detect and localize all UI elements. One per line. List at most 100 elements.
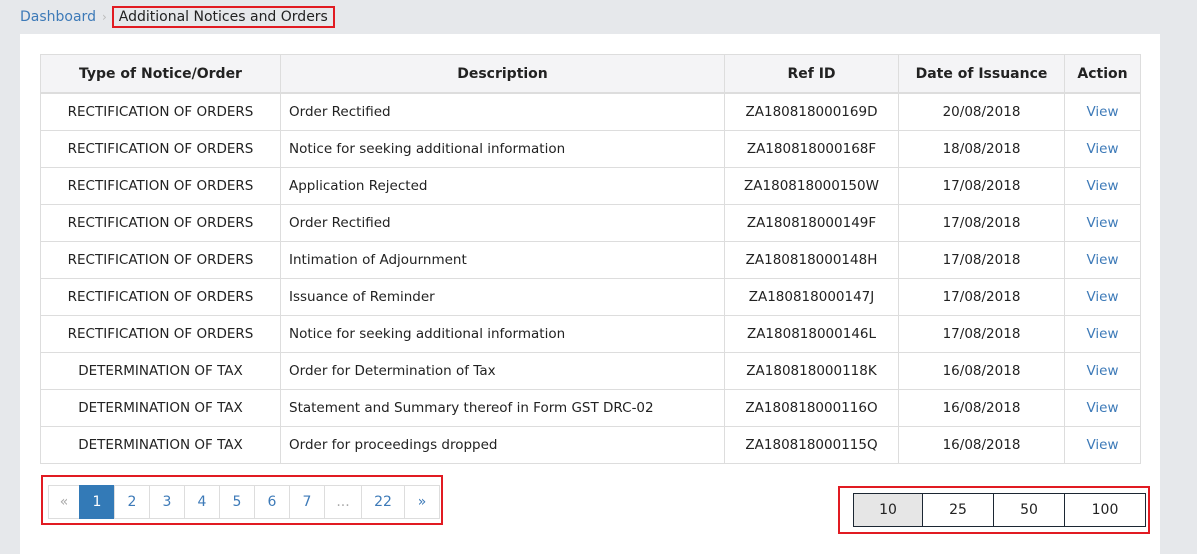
table-row: RECTIFICATION OF ORDERS Intimation of Adj… — [40, 241, 1141, 279]
view-link[interactable]: View — [1086, 252, 1118, 268]
notices-table: Type of Notice/Order Description Ref ID Dat… — [40, 54, 1141, 464]
page-ellipsis: ... — [324, 485, 362, 519]
cell-description: Statement and Summary thereof in Form GS… — [280, 389, 725, 427]
cell-date: 17/08/2018 — [898, 167, 1065, 205]
page-button-4[interactable]: 4 — [184, 485, 220, 519]
cell-ref-id: ZA180818000115Q — [724, 426, 899, 464]
cell-type: RECTIFICATION OF ORDERS — [40, 167, 281, 205]
view-link[interactable]: View — [1086, 178, 1118, 194]
cell-date: 20/08/2018 — [898, 92, 1065, 131]
cell-type: RECTIFICATION OF ORDERS — [40, 130, 281, 168]
prev-page-button[interactable]: « — [48, 485, 80, 519]
cell-ref-id: ZA180818000149F — [724, 204, 899, 242]
cell-description: Notice for seeking additional informatio… — [280, 130, 725, 168]
table-row: RECTIFICATION OF ORDERS Order Rectified ZA… — [40, 92, 1141, 131]
page-size-option-25[interactable]: 25 — [922, 493, 994, 527]
page-button-1[interactable]: 1 — [79, 485, 115, 519]
table-row: RECTIFICATION OF ORDERS Application Rejec… — [40, 167, 1141, 205]
cell-description: Order Rectified — [280, 204, 725, 242]
cell-type: RECTIFICATION OF ORDERS — [40, 92, 281, 131]
cell-type: RECTIFICATION OF ORDERS — [40, 204, 281, 242]
table-row: RECTIFICATION OF ORDERS Notice for seekin… — [40, 130, 1141, 168]
cell-type: RECTIFICATION OF ORDERS — [40, 278, 281, 316]
table-row: RECTIFICATION OF ORDERS Notice for seekin… — [40, 315, 1141, 353]
page-size-selector: 10 25 50 100 — [853, 493, 1146, 527]
view-link[interactable]: View — [1086, 437, 1118, 453]
page-button-22[interactable]: 22 — [361, 485, 405, 519]
breadcrumb-dashboard-link[interactable]: Dashboard — [20, 9, 96, 25]
header-date: Date of Issuance — [898, 54, 1065, 94]
table-row: RECTIFICATION OF ORDERS Issuance of Remin… — [40, 278, 1141, 316]
table-row: DETERMINATION OF TAX Statement and Summar… — [40, 389, 1141, 427]
cell-ref-id: ZA180818000169D — [724, 92, 899, 131]
cell-action: View — [1064, 204, 1141, 242]
cell-ref-id: ZA180818000118K — [724, 352, 899, 390]
cell-date: 17/08/2018 — [898, 315, 1065, 353]
page-size-option-50[interactable]: 50 — [993, 493, 1065, 527]
cell-action: View — [1064, 130, 1141, 168]
view-link[interactable]: View — [1086, 289, 1118, 305]
page-button-7[interactable]: 7 — [289, 485, 325, 519]
table-header-row: Type of Notice/Order Description Ref ID Dat… — [40, 54, 1141, 94]
view-link[interactable]: View — [1086, 326, 1118, 342]
table-row: RECTIFICATION OF ORDERS Order Rectified ZA… — [40, 204, 1141, 242]
cell-ref-id: ZA180818000146L — [724, 315, 899, 353]
pagination: «1 2 3 4 5 6 7... 22» — [48, 485, 440, 519]
page-button-2[interactable]: 2 — [114, 485, 150, 519]
cell-description: Issuance of Reminder — [280, 278, 725, 316]
cell-date: 17/08/2018 — [898, 204, 1065, 242]
page-size-highlight: 10 25 50 100 — [838, 486, 1150, 534]
content-panel: Type of Notice/Order Description Ref ID Dat… — [20, 34, 1160, 554]
page-button-3[interactable]: 3 — [149, 485, 185, 519]
cell-date: 17/08/2018 — [898, 278, 1065, 316]
cell-action: View — [1064, 92, 1141, 131]
header-description: Description — [280, 54, 725, 94]
table-row: DETERMINATION OF TAX Order for Determinat… — [40, 352, 1141, 390]
cell-type: DETERMINATION OF TAX — [40, 352, 281, 390]
cell-description: Order for Determination of Tax — [280, 352, 725, 390]
next-page-button[interactable]: » — [404, 485, 440, 519]
pagination-highlight: «1 2 3 4 5 6 7... 22» — [41, 475, 443, 525]
cell-type: DETERMINATION OF TAX — [40, 389, 281, 427]
view-link[interactable]: View — [1086, 141, 1118, 157]
view-link[interactable]: View — [1086, 363, 1118, 379]
cell-date: 16/08/2018 — [898, 352, 1065, 390]
cell-date: 16/08/2018 — [898, 426, 1065, 464]
page-size-option-100[interactable]: 100 — [1064, 493, 1146, 527]
cell-description: Application Rejected — [280, 167, 725, 205]
breadcrumb-separator-icon: › — [101, 10, 107, 24]
cell-description: Order Rectified — [280, 92, 725, 131]
cell-type: DETERMINATION OF TAX — [40, 426, 281, 464]
cell-ref-id: ZA180818000116O — [724, 389, 899, 427]
cell-date: 18/08/2018 — [898, 130, 1065, 168]
cell-ref-id: ZA180818000168F — [724, 130, 899, 168]
cell-description: Notice for seeking additional informatio… — [280, 315, 725, 353]
table-row: DETERMINATION OF TAX Order for proceeding… — [40, 426, 1141, 464]
cell-ref-id: ZA180818000147J — [724, 278, 899, 316]
header-action: Action — [1064, 54, 1141, 94]
view-link[interactable]: View — [1086, 104, 1118, 120]
cell-action: View — [1064, 278, 1141, 316]
cell-action: View — [1064, 315, 1141, 353]
table-body: RECTIFICATION OF ORDERS Order Rectified ZA… — [40, 92, 1141, 464]
cell-description: Intimation of Adjournment — [280, 241, 725, 279]
view-link[interactable]: View — [1086, 400, 1118, 416]
cell-action: View — [1064, 167, 1141, 205]
cell-ref-id: ZA180818000148H — [724, 241, 899, 279]
breadcrumb-current: Additional Notices and Orders — [111, 6, 335, 28]
cell-type: RECTIFICATION OF ORDERS — [40, 315, 281, 353]
cell-date: 16/08/2018 — [898, 389, 1065, 427]
page-button-6[interactable]: 6 — [254, 485, 290, 519]
page-size-option-10[interactable]: 10 — [853, 493, 923, 527]
cell-ref-id: ZA180818000150W — [724, 167, 899, 205]
cell-date: 17/08/2018 — [898, 241, 1065, 279]
view-link[interactable]: View — [1086, 215, 1118, 231]
cell-action: View — [1064, 426, 1141, 464]
cell-action: View — [1064, 352, 1141, 390]
cell-type: RECTIFICATION OF ORDERS — [40, 241, 281, 279]
header-ref-id: Ref ID — [724, 54, 899, 94]
cell-description: Order for proceedings dropped — [280, 426, 725, 464]
cell-action: View — [1064, 389, 1141, 427]
cell-action: View — [1064, 241, 1141, 279]
page-button-5[interactable]: 5 — [219, 485, 255, 519]
